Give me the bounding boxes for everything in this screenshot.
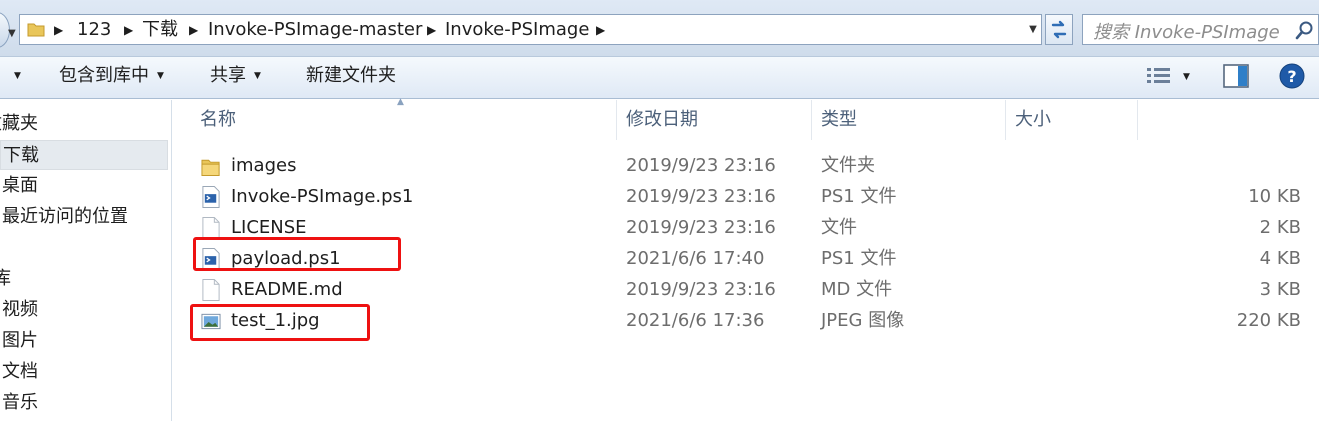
file-type: MD 文件 bbox=[821, 279, 893, 300]
sort-ascending-icon: ▲ bbox=[397, 97, 404, 107]
folder-icon bbox=[201, 159, 220, 176]
file-date-modified: 2019/9/23 23:16 bbox=[626, 217, 776, 238]
breadcrumb-item-downloads[interactable]: 下载 bbox=[142, 18, 178, 42]
file-size: 3 KB bbox=[1259, 279, 1301, 300]
breadcrumb-separator-icon[interactable]: ▶ bbox=[189, 18, 198, 42]
nav-item-music[interactable]: 音乐 bbox=[2, 388, 38, 418]
breadcrumb-separator-icon[interactable]: ▶ bbox=[596, 18, 605, 42]
file-list-pane: ▲ 名称 修改日期 类型 大小 images 2019/9/23 23:16 文件夹… bbox=[173, 97, 1319, 421]
address-bar-row: ▼ ▶ 123 ▶ 下载 ▶ Invoke-PSImage-master ▶ I… bbox=[0, 0, 1319, 57]
column-header-name[interactable]: 名称 bbox=[200, 100, 236, 140]
file-date-modified: 2019/9/23 23:16 bbox=[626, 186, 776, 207]
blank-file-icon bbox=[202, 279, 220, 301]
svg-text:?: ? bbox=[1287, 67, 1296, 86]
file-type: PS1 文件 bbox=[821, 186, 897, 207]
refresh-icon bbox=[1051, 20, 1067, 39]
breadcrumb-item-invoke-psimage-master[interactable]: Invoke-PSImage-master bbox=[208, 18, 422, 42]
file-row[interactable]: images 2019/9/23 23:16 文件夹 bbox=[191, 150, 1301, 181]
breadcrumb-separator-icon[interactable]: ▶ bbox=[427, 18, 436, 42]
red-highlight-box bbox=[190, 304, 370, 341]
nav-item-videos[interactable]: 视频 bbox=[2, 295, 38, 325]
breadcrumb-item-invoke-psimage[interactable]: Invoke-PSImage bbox=[445, 18, 589, 42]
view-options-dropdown-icon[interactable]: ▼ bbox=[1183, 67, 1190, 87]
navigation-pane: 收藏夹 下载 桌面 最近访问的位置 库 视频 图片 文档 音乐 bbox=[0, 100, 172, 421]
column-header-type[interactable]: 类型 bbox=[821, 100, 857, 140]
file-type: PS1 文件 bbox=[821, 248, 897, 269]
breadcrumb-item-123[interactable]: 123 bbox=[77, 18, 111, 42]
file-type: JPEG 图像 bbox=[821, 310, 905, 331]
column-divider[interactable] bbox=[811, 100, 812, 140]
file-size: 4 KB bbox=[1259, 248, 1301, 269]
command-toolbar: ▼ 包含到库中 ▼ 共享 ▼ 新建文件夹 ▼ ? bbox=[0, 57, 1319, 99]
red-highlight-box bbox=[193, 237, 401, 271]
file-type: 文件 bbox=[821, 217, 857, 238]
file-size: 220 KB bbox=[1236, 310, 1301, 331]
file-type: 文件夹 bbox=[821, 155, 875, 176]
file-name[interactable]: Invoke-PSImage.ps1 bbox=[231, 181, 413, 212]
file-name[interactable]: README.md bbox=[231, 274, 343, 305]
chevron-down-icon: ▼ bbox=[254, 71, 261, 81]
column-divider[interactable] bbox=[1137, 100, 1138, 140]
help-icon[interactable]: ? bbox=[1279, 63, 1305, 89]
chevron-down-icon: ▼ bbox=[157, 71, 164, 81]
include-in-library-button[interactable]: 包含到库中 ▼ bbox=[59, 57, 164, 99]
address-bar[interactable]: ▶ 123 ▶ 下载 ▶ Invoke-PSImage-master ▶ Inv… bbox=[19, 14, 1042, 45]
file-date-modified: 2019/9/23 23:16 bbox=[626, 279, 776, 300]
change-view-icon[interactable] bbox=[1146, 66, 1172, 86]
recent-pages-dropdown-icon[interactable]: ▼ bbox=[8, 28, 16, 39]
file-name[interactable]: images bbox=[231, 150, 296, 181]
breadcrumb-separator-icon[interactable]: ▶ bbox=[54, 18, 63, 42]
file-date-modified: 2021/6/6 17:40 bbox=[626, 248, 765, 269]
column-header-size[interactable]: 大小 bbox=[1015, 100, 1051, 140]
refresh-button[interactable] bbox=[1045, 14, 1073, 45]
search-icon[interactable] bbox=[1295, 20, 1315, 40]
preview-pane-icon[interactable] bbox=[1223, 64, 1249, 88]
share-button[interactable]: 共享 ▼ bbox=[210, 57, 261, 99]
breadcrumb-separator-icon[interactable]: ▶ bbox=[124, 18, 133, 42]
nav-item-documents[interactable]: 文档 bbox=[2, 357, 38, 387]
nav-item-desktop[interactable]: 桌面 bbox=[2, 171, 38, 201]
search-input[interactable]: 搜索 Invoke-PSImage bbox=[1082, 14, 1319, 45]
column-header-date-modified[interactable]: 修改日期 bbox=[626, 100, 698, 140]
nav-item-pictures[interactable]: 图片 bbox=[2, 326, 38, 356]
file-row[interactable]: Invoke-PSImage.ps1 2019/9/23 23:16 PS1 文件 1… bbox=[191, 181, 1301, 212]
column-divider[interactable] bbox=[1005, 100, 1006, 140]
file-date-modified: 2019/9/23 23:16 bbox=[626, 155, 776, 176]
organize-dropdown-caret-icon[interactable]: ▼ bbox=[6, 57, 21, 99]
nav-item-recent-places[interactable]: 最近访问的位置 bbox=[2, 202, 128, 232]
address-history-dropdown-icon[interactable]: ▼ bbox=[1024, 19, 1042, 41]
nav-item-favorites[interactable]: 收藏夹 bbox=[0, 109, 38, 139]
column-divider[interactable] bbox=[616, 100, 617, 140]
folder-icon bbox=[27, 23, 45, 37]
file-size bbox=[1141, 150, 1301, 181]
new-folder-button[interactable]: 新建文件夹 bbox=[306, 57, 396, 99]
powershell-file-icon bbox=[202, 186, 220, 208]
search-placeholder: 搜索 Invoke-PSImage bbox=[1093, 22, 1280, 43]
nav-item-libraries[interactable]: 库 bbox=[0, 264, 11, 294]
nav-item-downloads[interactable]: 下载 bbox=[0, 140, 168, 170]
file-row[interactable]: README.md 2019/9/23 23:16 MD 文件 3 KB bbox=[191, 274, 1301, 305]
file-date-modified: 2021/6/6 17:36 bbox=[626, 310, 765, 331]
file-size: 10 KB bbox=[1248, 186, 1301, 207]
file-size: 2 KB bbox=[1259, 217, 1301, 238]
